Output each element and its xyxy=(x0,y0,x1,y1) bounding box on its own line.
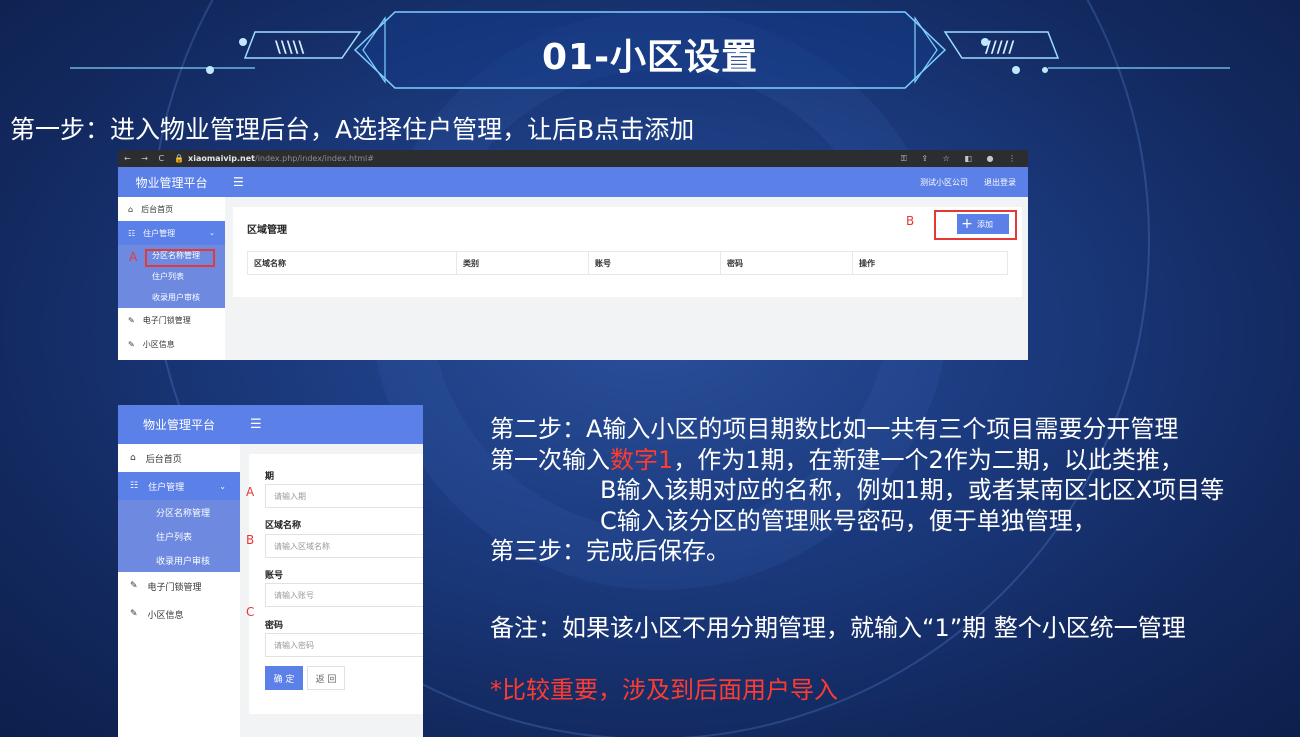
area-name-label: 区域名称 xyxy=(265,521,302,531)
sidebar-item-info[interactable]: ✎ 小区信息 xyxy=(118,332,225,356)
step2-detail-c: C输入该分区的管理账号密码，便于单独管理， xyxy=(600,506,1097,535)
area-name-input[interactable]: 请输入区域名称 xyxy=(265,534,423,558)
step1-text: 第一步：进入物业管理后台，A选择住户管理，让后B点击添加 xyxy=(10,115,695,144)
column-header: 区域名称 xyxy=(248,252,457,274)
home-icon: ⌂ xyxy=(130,453,136,463)
marker-b: B xyxy=(906,214,915,228)
sidebar: ⌂ 后台首页 ☷ 住户管理 ⌄ 分区名称管理 住户列表 收录用户审核 ✎ 电子门锁管理 … xyxy=(118,197,225,360)
pencil-icon: ✎ xyxy=(128,315,135,325)
sidebar-item-info[interactable]: ✎ 小区信息 xyxy=(118,600,240,628)
browser-toolbar: ← → C 🔒 xiaomaivip.net/index.php/index/i… xyxy=(118,150,1028,167)
add-area-form: 期 请输入期 区域名称 请输入区域名称 账号 请输入账号 密码 请输入密码 确 … xyxy=(249,454,423,714)
panel-title: 区域管理 xyxy=(247,225,287,236)
screenshot-add-form: 物业管理平台 ☰ ⌂ 后台首页 ☷ 住户管理 ⌄ 分区名称管理 住户列表 收录用户审核… xyxy=(118,405,423,737)
sidebar-item-lock[interactable]: ✎ 电子门锁管理 xyxy=(118,572,240,600)
table-header: 区域名称 类别 账号 密码 操作 xyxy=(247,251,1008,275)
sidebar-item-resident[interactable]: ☷ 住户管理 ⌄ xyxy=(118,472,240,500)
marker-a: A xyxy=(129,250,138,264)
highlight-add xyxy=(934,210,1017,240)
column-header: 操作 xyxy=(859,258,875,268)
company-name[interactable]: 测试小区公司 xyxy=(920,177,968,188)
sidebar-subitem-area-name[interactable]: 分区名称管理 xyxy=(118,500,240,524)
step2-line: 第二步：A输入小区的项目期数比如一共有三个项目需要分开管理 xyxy=(490,415,1179,443)
pencil-icon: ✎ xyxy=(130,581,138,591)
hamburger-icon[interactable]: ☰ xyxy=(233,175,244,189)
browser-action-icons[interactable]: ⚿ ⇪ ☆ ◧ ● ⋮ xyxy=(901,154,1022,164)
title-banner: \\\\\ ///// 01-小区设置 xyxy=(0,0,1300,100)
app-header: 物业管理平台 ☰ xyxy=(118,405,423,444)
step2-detail-b: B输入该期对应的名称，例如1期，或者某南区北区X项目等 xyxy=(600,476,1225,504)
area-panel: 区域管理 区域名称 类别 账号 密码 操作 xyxy=(233,207,1022,297)
logout-link[interactable]: 退出登录 xyxy=(984,177,1016,188)
sidebar-item-resident[interactable]: ☷ 住户管理 ⌄ xyxy=(118,221,225,245)
screenshot-area-management: ← → C 🔒 xiaomaivip.net/index.php/index/i… xyxy=(118,150,1028,360)
page-title: 01-小区设置 xyxy=(541,37,759,78)
column-header: 类别 xyxy=(457,252,589,274)
sidebar-subitem-user-review[interactable]: 收录用户审核 xyxy=(118,548,240,572)
browser-nav-icons[interactable]: ← → C xyxy=(124,154,168,163)
step3-line: 第三步：完成后保存。 xyxy=(490,537,730,565)
marker-a: A xyxy=(246,485,255,499)
pencil-icon: ✎ xyxy=(128,339,135,349)
grid-icon: ☷ xyxy=(130,481,139,491)
period-label: 期 xyxy=(265,472,275,482)
chevron-down-icon: ⌄ xyxy=(209,229,215,237)
account-label: 账号 xyxy=(265,571,284,581)
sidebar-item-home[interactable]: ⌂ 后台首页 xyxy=(118,197,225,221)
sidebar-subitem-resident-list[interactable]: 住户列表 xyxy=(118,266,225,287)
brand-title: 物业管理平台 xyxy=(142,418,215,432)
marker-b: B xyxy=(246,533,255,547)
highlight-number: 数字1 xyxy=(610,445,674,474)
address-bar[interactable]: xiaomaivip.net/index.php/index/index.htm… xyxy=(188,154,374,163)
period-input[interactable]: 请输入期 xyxy=(265,484,423,508)
svg-text://///: ///// xyxy=(985,37,1014,56)
chevron-down-icon: ⌄ xyxy=(219,481,226,491)
step2-detail-a: 第一次输入数字1，作为1期，在新建一个2作为二期，以此类推， xyxy=(490,445,1184,474)
brand-title: 物业管理平台 xyxy=(135,175,208,190)
note-text: 备注：如果该小区不用分期管理，就输入“1”期 整个小区统一管理 xyxy=(490,614,1186,642)
column-header: 密码 xyxy=(721,252,853,274)
sidebar-subitem-resident-list[interactable]: 住户列表 xyxy=(118,524,240,548)
confirm-button[interactable]: 确 定 xyxy=(265,666,303,690)
warning-text: *比较重要，涉及到后面用户导入 xyxy=(490,676,838,704)
lock-icon: 🔒 xyxy=(174,154,185,163)
account-input[interactable]: 请输入账号 xyxy=(265,583,423,607)
sidebar-submenu: 分区名称管理 住户列表 收录用户审核 xyxy=(118,500,240,572)
highlight-area-name xyxy=(145,249,215,267)
instructions: 第二步：A输入小区的项目期数比如一共有三个项目需要分开管理 第一次输入数字1，作… xyxy=(490,414,1224,567)
column-header: 账号 xyxy=(589,252,721,274)
app-header: 物业管理平台 ☰ 测试小区公司 退出登录 xyxy=(118,167,1028,197)
home-icon: ⌂ xyxy=(128,204,134,214)
sidebar-item-home[interactable]: ⌂ 后台首页 xyxy=(118,444,240,472)
back-button[interactable]: 返 回 xyxy=(307,666,345,690)
password-input[interactable]: 请输入密码 xyxy=(265,633,423,657)
marker-c: C xyxy=(246,605,255,619)
sidebar-item-lock[interactable]: ✎ 电子门锁管理 xyxy=(118,308,225,332)
hamburger-icon[interactable]: ☰ xyxy=(250,417,262,432)
svg-text:\\\\\: \\\\\ xyxy=(275,37,304,56)
sidebar-subitem-user-review[interactable]: 收录用户审核 xyxy=(118,287,225,308)
grid-icon: ☷ xyxy=(128,228,136,238)
password-label: 密码 xyxy=(265,621,284,631)
sidebar: ⌂ 后台首页 ☷ 住户管理 ⌄ 分区名称管理 住户列表 收录用户审核 ✎ 电子门锁管理 … xyxy=(118,444,240,737)
pencil-icon: ✎ xyxy=(130,609,138,619)
